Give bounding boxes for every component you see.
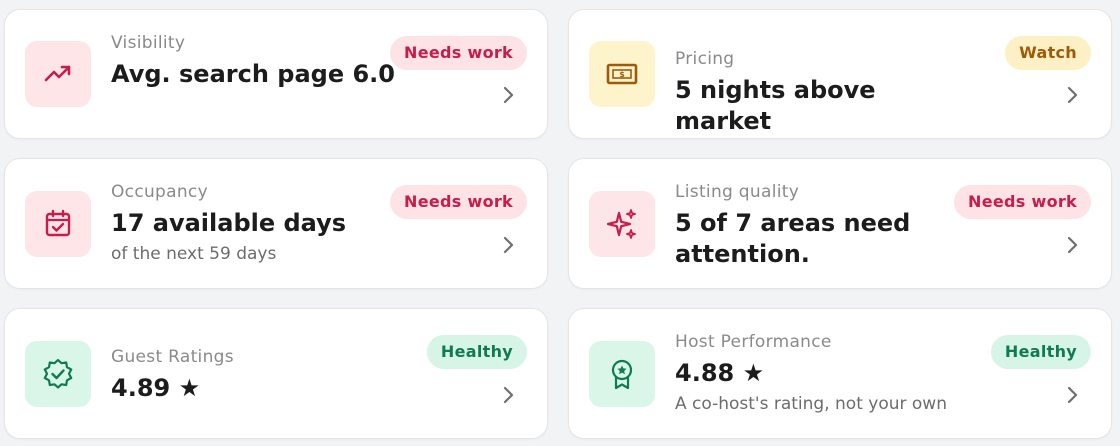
status-badge: Needs work — [390, 185, 527, 219]
card-label: Host Performance — [675, 332, 832, 352]
card-label: Pricing — [675, 49, 735, 69]
host-performance-icon-tile — [589, 341, 655, 407]
status-badge: Healthy — [990, 335, 1091, 369]
chevron-right-icon[interactable] — [1067, 86, 1079, 104]
price-tag-icon: $ — [606, 63, 638, 85]
listing-quality-card[interactable]: Listing quality 5 of 7 areas need attent… — [568, 158, 1112, 289]
chevron-right-icon[interactable] — [503, 86, 515, 104]
status-badge: Needs work — [954, 185, 1091, 219]
pricing-card[interactable]: $ Pricing 5 nights above market Watch — [568, 9, 1112, 139]
card-subtext: of the next 59 days — [111, 244, 277, 264]
trending-up-icon — [44, 65, 71, 82]
visibility-icon-tile — [25, 41, 91, 107]
calendar-check-icon — [45, 209, 71, 237]
status-badge: Healthy — [426, 335, 527, 369]
occupancy-card[interactable]: Occupancy 17 available days of the next … — [4, 158, 548, 289]
card-value: 4.88 ★ — [675, 359, 765, 387]
card-value: Avg. search page 6.0 — [111, 60, 395, 88]
svg-text:$: $ — [619, 70, 625, 79]
status-badge: Watch — [1005, 36, 1091, 70]
card-label: Occupancy — [111, 182, 208, 202]
card-value: 4.89 ★ — [111, 374, 201, 402]
chevron-right-icon[interactable] — [503, 386, 515, 404]
chevron-right-icon[interactable] — [503, 236, 515, 254]
card-value: 5 of 7 areas need attention. — [675, 209, 911, 268]
card-label: Listing quality — [675, 182, 800, 202]
card-value: 5 nights above market — [675, 76, 876, 135]
listing-quality-icon-tile — [589, 191, 655, 257]
card-value: 17 available days — [111, 209, 347, 237]
occupancy-icon-tile — [25, 191, 91, 257]
guest-ratings-icon-tile — [25, 341, 91, 407]
chevron-right-icon[interactable] — [1067, 236, 1079, 254]
visibility-card[interactable]: Visibility Avg. search page 6.0 Needs wo… — [4, 9, 548, 139]
card-label: Visibility — [111, 33, 186, 53]
award-ribbon-icon — [611, 359, 633, 390]
pricing-icon-tile: $ — [589, 41, 655, 107]
badge-check-icon — [43, 358, 73, 389]
status-badge: Needs work — [390, 36, 527, 70]
card-label: Guest Ratings — [111, 347, 234, 367]
sparkles-icon — [606, 209, 636, 239]
chevron-right-icon[interactable] — [1067, 386, 1079, 404]
host-performance-card[interactable]: Host Performance 4.88 ★ A co-host's rati… — [568, 308, 1112, 439]
card-subtext: A co-host's rating, not your own — [675, 394, 947, 414]
guest-ratings-card[interactable]: Guest Ratings 4.89 ★ Healthy — [4, 308, 548, 439]
